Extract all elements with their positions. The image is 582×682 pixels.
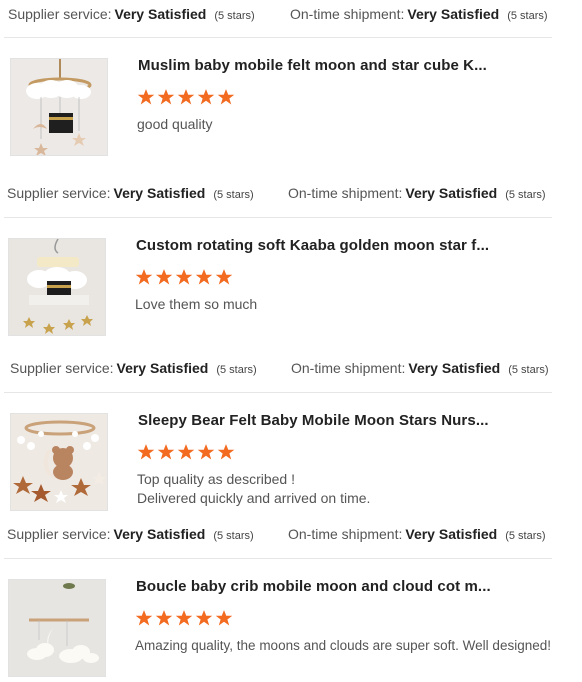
star-icon [177,444,195,460]
star-icon [137,89,155,105]
star-icon [135,269,153,285]
star-icon [177,89,195,105]
sleepy-bear-mobile-image[interactable] [10,413,108,511]
star-icon [197,89,215,105]
shipment-rating: On-time shipment: Very Satisfied (5 stars) [291,360,549,376]
rotating-kaaba-mobile-image[interactable] [8,238,106,336]
star-icon [157,89,175,105]
rating-summary-row: Supplier service: Very Satisfied (5 stars)… [0,4,560,24]
star-icon [175,269,193,285]
review-comment: Top quality as described ! Delivered qui… [137,471,371,506]
star-icon [155,610,173,626]
shipment-rating: On-time shipment: Very Satisfied (5 stars) [288,526,546,542]
product-title[interactable]: Boucle baby crib mobile moon and cloud c… [136,578,491,595]
shipment-rating: On-time shipment: Very Satisfied (5 stars) [290,6,548,22]
review-comment: Amazing quality, the moons and clouds ar… [135,638,551,653]
star-icon [215,269,233,285]
product-title[interactable]: Muslim baby mobile felt moon and star cu… [138,57,487,74]
star-rating [135,609,233,627]
review-comment: Love them so much [135,296,258,312]
supplier-service-rating: Supplier service: Very Satisfied (5 stars) [7,526,254,542]
star-icon [135,610,153,626]
star-icon [215,610,233,626]
star-icon [217,89,235,105]
divider [4,217,552,218]
rating-summary-row: Supplier service: Very Satisfied (5 stars)… [0,358,560,378]
star-rating [137,443,235,461]
star-icon [217,444,235,460]
star-icon [155,269,173,285]
product-title[interactable]: Sleepy Bear Felt Baby Mobile Moon Stars … [138,412,489,429]
star-icon [195,269,213,285]
star-icon [195,610,213,626]
shipment-rating: On-time shipment: Very Satisfied (5 stars) [288,185,546,201]
divider [4,37,552,38]
boucle-moon-cloud-mobile-image[interactable] [8,579,106,677]
product-title[interactable]: Custom rotating soft Kaaba golden moon s… [136,237,489,254]
star-icon [137,444,155,460]
star-icon [175,610,193,626]
supplier-service-rating: Supplier service: Very Satisfied (5 stars) [8,6,255,22]
star-rating [137,88,235,106]
star-rating [135,268,233,286]
supplier-service-rating: Supplier service: Very Satisfied (5 stars) [10,360,257,376]
rating-summary-row: Supplier service: Very Satisfied (5 stars)… [0,183,560,203]
star-icon [157,444,175,460]
star-icon [197,444,215,460]
reviews-page: Supplier service: Very Satisfied (5 stars)… [0,0,582,682]
baby-mobile-kaaba-cube-image[interactable] [10,58,108,156]
supplier-service-rating: Supplier service: Very Satisfied (5 stars) [7,185,254,201]
divider [4,392,552,393]
rating-summary-row: Supplier service: Very Satisfied (5 stars)… [0,524,560,544]
review-comment: good quality [137,116,213,132]
divider [4,558,552,559]
